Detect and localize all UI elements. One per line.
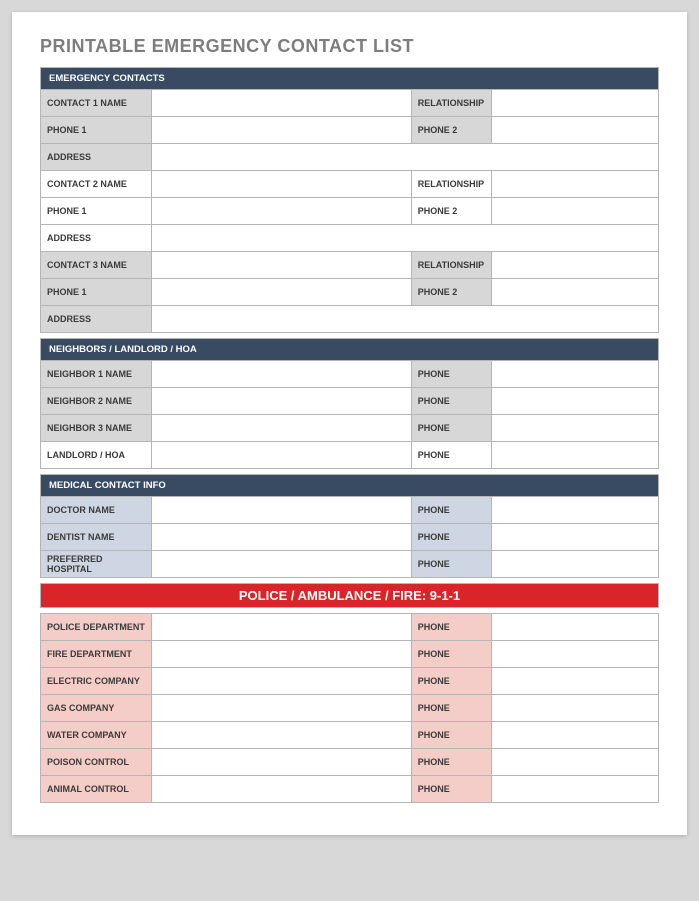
label-neighbor3-phone: PHONE [411,415,491,442]
field-contact1-phone1[interactable] [152,117,412,144]
field-hospital-phone[interactable] [492,551,659,578]
field-police-phone[interactable] [492,614,659,641]
label-contact2-relationship: RELATIONSHIP [411,171,491,198]
field-contact3-address[interactable] [152,306,659,333]
label-fire-phone: PHONE [411,641,491,668]
field-dentist-phone[interactable] [492,524,659,551]
label-gas: GAS COMPANY [41,695,152,722]
label-dentist-phone: PHONE [411,524,491,551]
label-fire: FIRE DEPARTMENT [41,641,152,668]
field-electric-name[interactable] [152,668,412,695]
field-police-name[interactable] [152,614,412,641]
field-contact2-address[interactable] [152,225,659,252]
contact-table: EMERGENCY CONTACTS CONTACT 1 NAME RELATI… [40,67,659,803]
label-neighbor2-phone: PHONE [411,388,491,415]
field-dentist-name[interactable] [152,524,412,551]
label-contact3-phone2: PHONE 2 [411,279,491,306]
label-police: POLICE DEPARTMENT [41,614,152,641]
field-water-phone[interactable] [492,722,659,749]
field-neighbor1-phone[interactable] [492,361,659,388]
field-gas-phone[interactable] [492,695,659,722]
label-contact2-phone1: PHONE 1 [41,198,152,225]
label-contact3-name: CONTACT 3 NAME [41,252,152,279]
label-dentist: DENTIST NAME [41,524,152,551]
label-doctor-phone: PHONE [411,497,491,524]
field-contact2-phone1[interactable] [152,198,412,225]
field-fire-name[interactable] [152,641,412,668]
field-neighbor2-name[interactable] [152,388,412,415]
field-animal-name[interactable] [152,776,412,803]
label-animal-phone: PHONE [411,776,491,803]
page-title: PRINTABLE EMERGENCY CONTACT LIST [40,36,659,57]
label-poison: POISON CONTROL [41,749,152,776]
field-contact3-relationship[interactable] [492,252,659,279]
label-animal: ANIMAL CONTROL [41,776,152,803]
section-header-neighbors: NEIGHBORS / LANDLORD / HOA [41,339,659,361]
field-electric-phone[interactable] [492,668,659,695]
label-neighbor2: NEIGHBOR 2 NAME [41,388,152,415]
label-contact2-phone2: PHONE 2 [411,198,491,225]
label-contact1-name: CONTACT 1 NAME [41,90,152,117]
field-neighbor3-phone[interactable] [492,415,659,442]
label-contact1-phone2: PHONE 2 [411,117,491,144]
label-water-phone: PHONE [411,722,491,749]
field-contact3-phone1[interactable] [152,279,412,306]
field-contact2-name[interactable] [152,171,412,198]
section-header-emergency: EMERGENCY CONTACTS [41,68,659,90]
label-gas-phone: PHONE [411,695,491,722]
label-neighbor1: NEIGHBOR 1 NAME [41,361,152,388]
label-hospital: PREFERRED HOSPITAL [41,551,152,578]
field-poison-phone[interactable] [492,749,659,776]
label-electric-phone: PHONE [411,668,491,695]
label-contact3-address: ADDRESS [41,306,152,333]
label-contact3-phone1: PHONE 1 [41,279,152,306]
label-hospital-phone: PHONE [411,551,491,578]
label-contact3-relationship: RELATIONSHIP [411,252,491,279]
section-header-911: POLICE / AMBULANCE / FIRE: 9-1-1 [41,584,659,608]
field-contact1-phone2[interactable] [492,117,659,144]
field-contact1-name[interactable] [152,90,412,117]
field-poison-name[interactable] [152,749,412,776]
field-fire-phone[interactable] [492,641,659,668]
field-gas-name[interactable] [152,695,412,722]
label-poison-phone: PHONE [411,749,491,776]
document-page: PRINTABLE EMERGENCY CONTACT LIST EMERGEN… [12,12,687,835]
field-hospital-name[interactable] [152,551,412,578]
label-doctor: DOCTOR NAME [41,497,152,524]
field-neighbor2-phone[interactable] [492,388,659,415]
label-police-phone: PHONE [411,614,491,641]
label-contact1-relationship: RELATIONSHIP [411,90,491,117]
field-animal-phone[interactable] [492,776,659,803]
field-neighbor3-name[interactable] [152,415,412,442]
field-contact2-phone2[interactable] [492,198,659,225]
label-neighbor3: NEIGHBOR 3 NAME [41,415,152,442]
label-electric: ELECTRIC COMPANY [41,668,152,695]
label-contact1-phone1: PHONE 1 [41,117,152,144]
label-contact2-address: ADDRESS [41,225,152,252]
label-landlord-phone: PHONE [411,442,491,469]
label-contact1-address: ADDRESS [41,144,152,171]
label-water: WATER COMPANY [41,722,152,749]
label-neighbor1-phone: PHONE [411,361,491,388]
section-header-medical: MEDICAL CONTACT INFO [41,475,659,497]
label-contact2-name: CONTACT 2 NAME [41,171,152,198]
field-neighbor1-name[interactable] [152,361,412,388]
field-landlord-name[interactable] [152,442,412,469]
field-contact1-address[interactable] [152,144,659,171]
field-contact3-name[interactable] [152,252,412,279]
field-water-name[interactable] [152,722,412,749]
field-contact2-relationship[interactable] [492,171,659,198]
field-doctor-name[interactable] [152,497,412,524]
field-contact1-relationship[interactable] [492,90,659,117]
field-landlord-phone[interactable] [492,442,659,469]
field-contact3-phone2[interactable] [492,279,659,306]
label-landlord: LANDLORD / HOA [41,442,152,469]
field-doctor-phone[interactable] [492,497,659,524]
